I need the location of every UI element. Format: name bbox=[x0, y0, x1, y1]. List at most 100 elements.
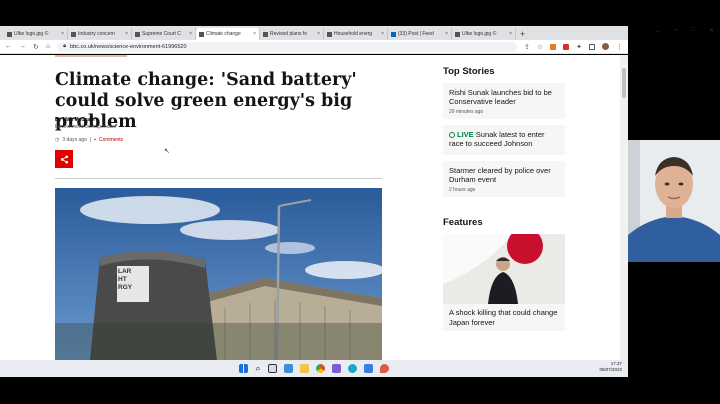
favicon-icon bbox=[7, 31, 12, 37]
story-time: 29 minutes ago bbox=[449, 109, 484, 115]
published-time: 3 days ago bbox=[62, 137, 87, 143]
close-tab-icon[interactable]: × bbox=[445, 31, 448, 37]
close-tab-icon[interactable]: × bbox=[61, 31, 64, 37]
photo-sign: LAR HT RGY bbox=[118, 268, 148, 292]
forward-icon[interactable]: → bbox=[19, 43, 26, 50]
tab-label: Industry concern bbox=[78, 31, 115, 37]
tab-label: (33) Post | Feed bbox=[398, 31, 434, 37]
url-input[interactable]: 🔒︎ bbc.co.uk/news/science-environment-61… bbox=[57, 41, 517, 52]
share-page-icon[interactable]: ⇪ bbox=[524, 43, 530, 51]
favicon-icon bbox=[135, 31, 140, 37]
chevron-down-icon[interactable]: ⌄ bbox=[655, 27, 660, 34]
tab-label: Ulbe logo.jpg © bbox=[462, 31, 497, 37]
live-icon bbox=[449, 132, 455, 138]
favicon-icon bbox=[199, 31, 204, 37]
story-title-row[interactable]: LIVE Sunak latest to enter race to succe… bbox=[449, 130, 559, 148]
lock-icon: 🔒︎ bbox=[63, 43, 67, 49]
close-tab-icon[interactable]: × bbox=[189, 31, 192, 37]
app-icon[interactable] bbox=[379, 364, 389, 373]
top-story-item[interactable]: LIVE Sunak latest to enter race to succe… bbox=[443, 125, 565, 155]
feature-image[interactable] bbox=[443, 234, 565, 304]
scrollbar-track[interactable] bbox=[620, 55, 628, 360]
browser-tab[interactable]: Supreme Court C × bbox=[132, 28, 196, 40]
scrollbar-thumb[interactable] bbox=[622, 68, 626, 98]
tab-strip: Ulbe logo.jpg © × Industry concern × Supre… bbox=[0, 26, 628, 40]
start-icon[interactable] bbox=[239, 364, 249, 373]
webcam-overlay bbox=[628, 140, 720, 262]
chrome-icon[interactable] bbox=[315, 364, 325, 373]
widgets-icon[interactable] bbox=[283, 364, 293, 373]
edge-icon[interactable] bbox=[347, 364, 357, 373]
paint-icon[interactable] bbox=[363, 364, 373, 373]
top-story-item[interactable]: Starmer cleared by police over Durham ev… bbox=[443, 161, 565, 197]
profile-avatar[interactable] bbox=[602, 43, 609, 50]
browser-tab[interactable]: Ulbe logo.jpg © × bbox=[4, 28, 68, 40]
tab-label: Household energ bbox=[334, 31, 373, 37]
feature-caption[interactable]: A shock killing that could change Japan … bbox=[443, 304, 565, 331]
browser-tab-active[interactable]: Climate change × bbox=[196, 28, 260, 40]
menu-icon[interactable]: ⋮ bbox=[616, 43, 623, 51]
task-view-icon[interactable] bbox=[267, 364, 277, 373]
tab-label: Ulbe logo.jpg © bbox=[14, 31, 49, 37]
favicon-icon bbox=[71, 31, 76, 37]
close-tab-icon[interactable]: × bbox=[125, 31, 128, 37]
clock-date: 08/07/2022 bbox=[599, 367, 622, 372]
mouse-cursor-icon: ↖ bbox=[164, 148, 170, 155]
photo-sign-line: HT bbox=[118, 276, 127, 283]
top-stories-heading: Top Stories bbox=[443, 66, 495, 77]
bbc-article-page: Climate change: 'Sand battery' could sol… bbox=[0, 55, 620, 360]
sidebar-icon[interactable] bbox=[589, 43, 595, 50]
photo-sign-line: RGY bbox=[118, 284, 133, 291]
comments-link[interactable]: Comments bbox=[99, 137, 123, 143]
story-title[interactable]: Rishi Sunak launches bid to be Conservat… bbox=[449, 88, 559, 106]
section-underline bbox=[55, 55, 127, 57]
story-title[interactable]: Starmer cleared by police over Durham ev… bbox=[449, 166, 559, 184]
top-story-item[interactable]: Rishi Sunak launches bid to be Conservat… bbox=[443, 83, 565, 119]
minimize-icon[interactable]: – bbox=[674, 27, 677, 34]
close-tab-icon[interactable]: × bbox=[317, 31, 320, 37]
maximize-icon[interactable]: □ bbox=[691, 27, 695, 34]
puzzle-icon[interactable]: ✦ bbox=[576, 43, 582, 51]
browser-tab[interactable]: Industry concern × bbox=[68, 28, 132, 40]
favicon-icon bbox=[455, 31, 460, 37]
close-window-icon[interactable]: ✕ bbox=[709, 27, 714, 34]
comments-icon[interactable]: ▪ bbox=[94, 137, 96, 143]
close-tab-icon[interactable]: × bbox=[253, 31, 256, 37]
tab-label: Revised plans fo bbox=[270, 31, 307, 37]
browser-tab[interactable]: Revised plans fo × bbox=[260, 28, 324, 40]
clock-icon: ◷ bbox=[55, 137, 60, 143]
sidebar: Top Stories Rishi Sunak launches bid to … bbox=[443, 66, 565, 331]
share-button[interactable] bbox=[55, 150, 73, 168]
home-icon[interactable]: ⌂ bbox=[46, 43, 50, 50]
extension-icon[interactable] bbox=[550, 43, 557, 50]
reload-icon[interactable]: ↻ bbox=[33, 43, 39, 51]
new-tab-button[interactable]: + bbox=[520, 28, 525, 40]
back-icon[interactable]: ← bbox=[5, 43, 12, 50]
favicon-icon bbox=[263, 31, 268, 37]
live-badge: LIVE bbox=[457, 130, 474, 139]
browser-tab[interactable]: Household energ × bbox=[324, 28, 388, 40]
search-icon[interactable]: ⌕ bbox=[255, 363, 260, 374]
author-name: By Matt McGrath bbox=[55, 117, 95, 123]
article-meta: ◷ 3 days ago | ▪ Comments bbox=[55, 137, 123, 143]
meta-separator: | bbox=[89, 137, 92, 143]
browser-tab[interactable]: Ulbe logo.jpg © × bbox=[452, 28, 516, 40]
close-tab-icon[interactable]: × bbox=[381, 31, 384, 37]
favicon-icon bbox=[327, 31, 332, 37]
url-text: bbc.co.uk/news/science-environment-61996… bbox=[70, 43, 187, 50]
close-tab-icon[interactable]: × bbox=[509, 31, 512, 37]
window-controls: ⌄ – □ ✕ bbox=[655, 27, 714, 34]
tab-label: Climate change bbox=[206, 31, 241, 37]
file-explorer-icon[interactable] bbox=[299, 364, 309, 373]
extension-icon[interactable] bbox=[563, 43, 570, 50]
bookmark-star-icon[interactable]: ☆ bbox=[537, 43, 543, 51]
browser-tab[interactable]: (33) Post | Feed × bbox=[388, 28, 452, 40]
features-heading: Features bbox=[443, 217, 483, 228]
windows-taskbar: ⌕ bbox=[0, 360, 628, 377]
photo-sign-line: LAR bbox=[118, 268, 132, 275]
article-photo: LAR HT RGY bbox=[55, 188, 382, 360]
author-role: Environment correspondent bbox=[55, 124, 117, 130]
system-clock[interactable]: 17:37 08/07/2022 bbox=[599, 361, 622, 373]
media-icon[interactable] bbox=[331, 364, 341, 373]
story-time: 2 hours ago bbox=[449, 187, 476, 193]
